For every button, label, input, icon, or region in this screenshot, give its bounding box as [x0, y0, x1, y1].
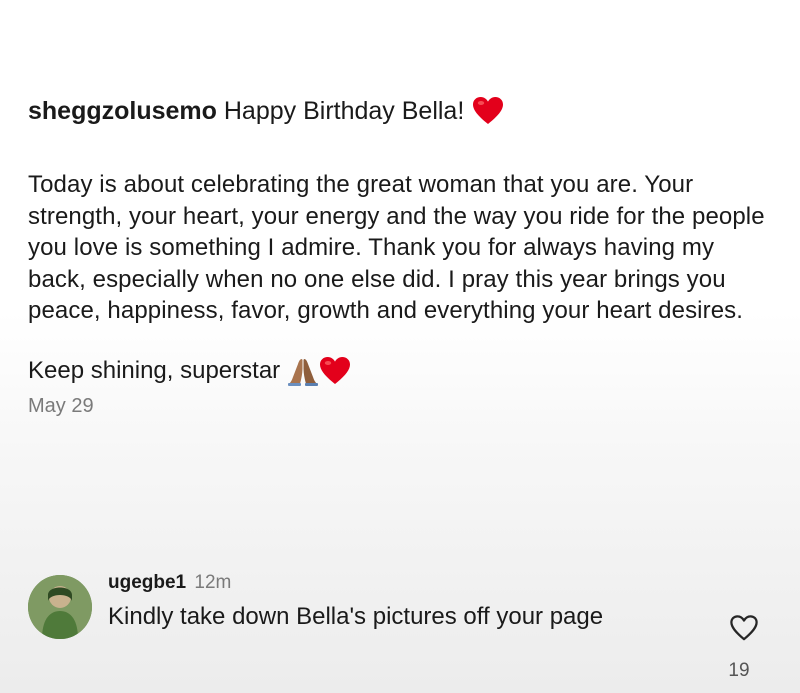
heart-outline-icon[interactable]	[729, 614, 759, 642]
comment-row: ugegbe1 12m Kindly take down Bella's pic…	[28, 570, 773, 690]
comment-text: Kindly take down Bella's pictures off yo…	[108, 603, 604, 630]
caption-title: Happy Birthday Bella!	[223, 97, 465, 125]
like-count: 19	[728, 660, 750, 681]
red-heart-icon	[473, 97, 504, 124]
caption-paragraph: Today is about celebrating the great wom…	[28, 171, 765, 324]
avatar[interactable]	[28, 575, 92, 639]
caption-body: Today is about celebrating the great wom…	[28, 169, 773, 327]
signoff-space	[280, 355, 287, 387]
signoff-text: Keep shining, superstar	[28, 356, 281, 384]
red-heart-icon	[319, 356, 350, 384]
comment-username[interactable]: ugegbe1	[108, 572, 186, 593]
caption-header: sheggzolusemo Happy Birthday Bella!	[28, 95, 773, 127]
caption-space	[217, 95, 224, 127]
comment-content: ugegbe1 12m Kindly take down Bella's pic…	[108, 570, 678, 633]
post-caption: sheggzolusemo Happy Birthday Bella! Toda…	[28, 95, 773, 418]
post-username[interactable]: sheggzolusemo	[28, 95, 217, 127]
folded-hands-icon	[287, 358, 318, 386]
avatar-image	[28, 575, 92, 639]
caption-signoff: Keep shining, superstar	[28, 355, 773, 387]
comment-time: 12m	[194, 572, 232, 593]
post-date: May 29	[28, 394, 94, 417]
comment-meta: ugegbe1 12m	[108, 570, 678, 596]
